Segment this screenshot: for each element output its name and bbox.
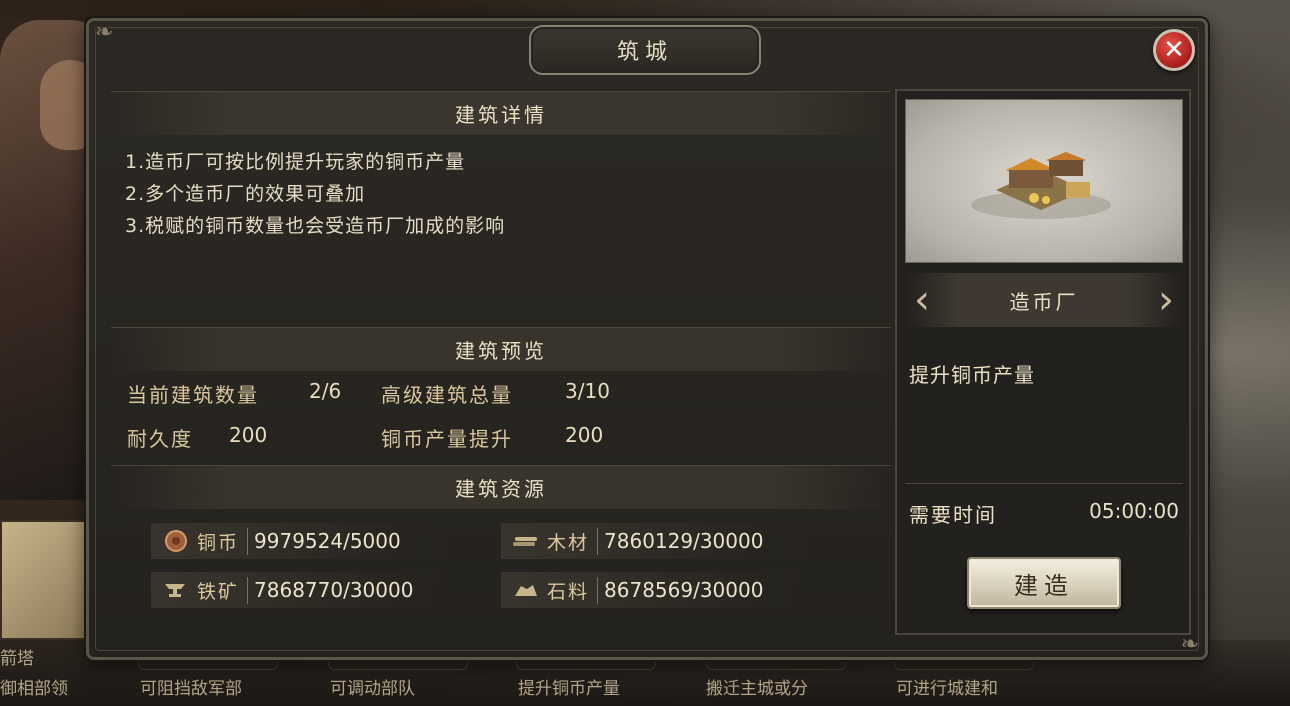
resource-copper: 铜币 9979524/5000 [151,523,451,559]
dialog-title: 筑城 [529,25,761,75]
bottom-building-text[interactable]: 可阻挡敌军部 [140,674,242,702]
chevron-right-icon: › [1158,277,1174,323]
wood-icon [513,528,539,554]
resource-name: 木材 [547,527,599,555]
stat-label: 当前建筑数量 [127,383,259,407]
preview-header: 建筑预览 [111,327,891,371]
divider [905,483,1183,484]
stat-label: 铜币产量提升 [381,427,513,451]
stat-value: 2/6 [309,379,342,403]
close-button[interactable]: ✕ [1153,29,1195,71]
building-preview-image [905,99,1183,263]
resource-wood: 木材 7860129/30000 [501,523,811,559]
left-tab-label: 箭塔 [0,649,34,669]
prev-building-button[interactable]: ‹ [905,277,939,323]
stat-value: 3/10 [565,379,610,403]
stat-label: 耐久度 [127,427,193,451]
stat-value: 200 [565,423,604,447]
resource-name: 铁矿 [197,576,249,604]
detail-line: 3.税赋的铜币数量也会受造币厂加成的影响 [125,215,506,237]
corner-ornament-icon: ❧ [1180,632,1199,657]
bottom-building-text[interactable]: 可进行城建和 [896,674,998,702]
build-city-dialog: ❧ ❧ 筑城 ✕ 建筑详情 1.造币厂可按比例提升玩家的铜币产量 2.多个造币厂… [86,18,1208,660]
copper-coin-icon [163,528,189,554]
building-name: 造币厂 [1009,289,1079,314]
resource-value: 9979524/5000 [254,529,401,553]
resource-iron: 铁矿 7868770/30000 [151,572,451,608]
mint-building-icon [971,152,1111,219]
time-value: 05:00:00 [1089,499,1179,523]
time-label: 需要时间 [909,503,997,527]
detail-line: 2.多个造币厂的效果可叠加 [125,183,366,205]
resource-value: 8678569/30000 [604,578,764,602]
resources-header: 建筑资源 [111,465,891,509]
bottom-building-text[interactable]: 提升铜币产量 [518,674,620,702]
corner-ornament-icon: ❧ [95,20,114,45]
bottom-building-text[interactable]: 搬迁主城或分 [706,674,808,702]
building-description: 提升铜币产量 [909,363,1035,387]
resource-value: 7868770/30000 [254,578,414,602]
building-nav: ‹ 造币厂 › [905,273,1183,327]
details-header: 建筑详情 [111,91,891,135]
next-building-button[interactable]: › [1149,277,1183,323]
stone-icon [513,577,539,603]
resource-stone: 石料 8678569/30000 [501,572,811,608]
detail-line: 1.造币厂可按比例提升玩家的铜币产量 [125,151,466,173]
background-building-card [0,520,92,640]
close-icon: ✕ [1163,35,1185,65]
building-info-panel: 建筑详情 1.造币厂可按比例提升玩家的铜币产量 2.多个造币厂的效果可叠加 3.… [111,89,891,649]
bottom-building-text[interactable]: 御相部领 [0,674,68,702]
chevron-left-icon: ‹ [914,277,930,323]
resource-name: 石料 [547,576,599,604]
build-button[interactable]: 建造 [967,557,1121,609]
resource-name: 铜币 [197,527,249,555]
stat-label: 高级建筑总量 [381,383,513,407]
building-selector-panel: ‹ 造币厂 › 提升铜币产量 需要时间 05:00:00 建造 [895,89,1191,635]
stat-value: 200 [229,423,268,447]
bottom-building-text[interactable]: 可调动部队 [330,674,415,702]
iron-anvil-icon [163,577,189,603]
resource-value: 7860129/30000 [604,529,764,553]
